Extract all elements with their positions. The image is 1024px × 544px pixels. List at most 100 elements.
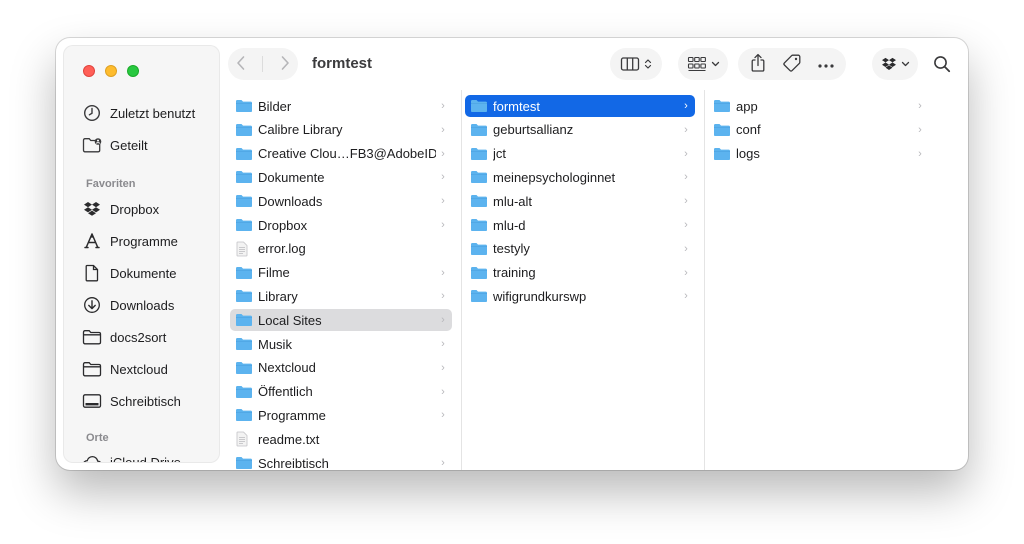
divider	[262, 56, 264, 72]
tag-button[interactable]	[782, 53, 802, 76]
folder-icon	[713, 123, 731, 137]
share-icon	[751, 53, 765, 72]
folder-icon	[470, 123, 488, 137]
item-name: Dokumente	[258, 169, 325, 185]
sidebar-item-label: Dropbox	[110, 201, 160, 217]
folder-row[interactable]: logs ›	[708, 143, 929, 165]
sidebar-item-applications[interactable]: Programme	[82, 230, 178, 252]
back-button[interactable]	[236, 55, 246, 74]
folder-row[interactable]: testyly ›	[465, 238, 695, 260]
file-row[interactable]: error.log	[230, 238, 452, 260]
search-button[interactable]	[926, 48, 958, 80]
item-name: testyly	[493, 241, 530, 257]
sidebar-item-label: Schreibtisch	[110, 393, 181, 409]
folder-row[interactable]: geburtsallianz ›	[465, 119, 695, 141]
sidebar-item-downloads[interactable]: Downloads	[82, 294, 174, 316]
folder-icon	[82, 359, 102, 379]
folder-row[interactable]: Calibre Library ›	[230, 119, 452, 141]
dropbox-menu-button[interactable]	[872, 48, 918, 80]
finder-window: Zuletzt benutzt Geteilt Favoriten Dropbo…	[56, 38, 968, 470]
folder-row[interactable]: Schreibtisch ›	[230, 452, 452, 470]
folder-icon	[235, 99, 253, 113]
folder-icon	[235, 289, 253, 303]
chevron-right-icon: ›	[684, 147, 688, 160]
folder-icon	[235, 456, 253, 470]
folder-row[interactable]: jct ›	[465, 143, 695, 165]
folder-row[interactable]: Musik ›	[230, 333, 452, 355]
traffic-lights	[83, 65, 139, 77]
sidebar-item-docs2sort[interactable]: docs2sort	[82, 326, 166, 348]
browser-column-1: Bilder › Calibre Library › Creative Clou…FB3…	[227, 90, 461, 470]
cloud-icon	[82, 452, 102, 462]
folder-row[interactable]: Programme ›	[230, 404, 452, 426]
sidebar-item-desktop[interactable]: Schreibtisch	[82, 390, 181, 412]
clock-icon	[82, 103, 102, 123]
folder-row[interactable]: Öffentlich ›	[230, 381, 452, 403]
group-button[interactable]	[678, 48, 728, 80]
folder-row[interactable]: Creative Clou…FB3@AdobeID ›	[230, 143, 452, 165]
chevron-right-icon: ›	[441, 409, 445, 422]
folder-row[interactable]: Dropbox ›	[230, 214, 452, 236]
item-name: Musik	[258, 336, 292, 352]
folder-row[interactable]: Library ›	[230, 285, 452, 307]
forward-button[interactable]	[280, 55, 290, 74]
item-name: error.log	[258, 241, 306, 257]
sidebar-item-icloud-drive[interactable]: iCloud Drive	[82, 451, 181, 463]
sidebar-item-shared[interactable]: Geteilt	[82, 134, 148, 156]
folder-row[interactable]: Local Sites ›	[230, 309, 452, 332]
sidebar-item-label: Zuletzt benutzt	[110, 105, 196, 121]
chevron-right-icon: ›	[684, 195, 688, 208]
chevron-left-icon	[237, 55, 245, 70]
sidebar-item-dropbox[interactable]: Dropbox	[82, 198, 159, 220]
folder-icon	[235, 194, 253, 208]
sidebar-item-label: iCloud Drive	[110, 454, 181, 463]
folder-row[interactable]: wifigrundkurswp ›	[465, 285, 695, 307]
folder-row[interactable]: meinepsychologinnet ›	[465, 166, 695, 188]
more-button[interactable]	[817, 57, 835, 72]
folder-row[interactable]: training ›	[465, 262, 695, 284]
chevron-right-icon: ›	[684, 219, 688, 231]
folder-row[interactable]: Nextcloud ›	[230, 357, 452, 379]
chevron-right-icon: ›	[918, 123, 922, 136]
item-name: readme.txt	[258, 431, 320, 447]
browser-column-3: app › conf › logs ›	[705, 90, 938, 470]
close-window-button[interactable]	[83, 65, 95, 77]
file-row[interactable]: readme.txt	[230, 428, 452, 450]
folder-row[interactable]: app ›	[708, 95, 929, 117]
folder-row[interactable]: conf ›	[708, 119, 929, 141]
chevron-down-icon	[901, 61, 909, 67]
folder-icon	[470, 266, 488, 280]
folder-icon	[470, 147, 488, 161]
zoom-window-button[interactable]	[127, 65, 139, 77]
minimize-window-button[interactable]	[105, 65, 117, 77]
folder-icon	[235, 266, 253, 280]
chevron-right-icon: ›	[441, 385, 445, 398]
folder-icon	[235, 218, 253, 232]
share-button[interactable]	[749, 53, 767, 76]
chevron-right-icon: ›	[441, 219, 445, 231]
document-icon	[82, 263, 102, 283]
sidebar-section-favorites: Favoriten	[86, 178, 136, 190]
folder-row[interactable]: Dokumente ›	[230, 166, 452, 188]
sidebar-item-recents[interactable]: Zuletzt benutzt	[82, 102, 195, 124]
view-mode-button[interactable]	[610, 48, 662, 80]
folder-row[interactable]: mlu-alt ›	[465, 190, 695, 212]
item-name: Filme	[258, 265, 290, 281]
sidebar-item-nextcloud[interactable]: Nextcloud	[82, 358, 168, 380]
chevron-right-icon: ›	[441, 338, 445, 350]
item-name: Creative Clou…FB3@AdobeID	[258, 146, 436, 162]
folder-icon	[235, 123, 253, 137]
folder-row[interactable]: Downloads ›	[230, 190, 452, 212]
chevron-updown-icon	[644, 59, 652, 69]
item-name: app	[736, 98, 758, 114]
folder-row[interactable]: Filme ›	[230, 262, 452, 284]
folder-row[interactable]: formtest ›	[465, 95, 695, 117]
sidebar-item-documents[interactable]: Dokumente	[82, 262, 176, 284]
chevron-right-icon: ›	[441, 457, 445, 469]
folder-icon	[82, 327, 102, 347]
folder-row[interactable]: mlu-d ›	[465, 214, 695, 236]
folder-row[interactable]: Bilder ›	[230, 95, 452, 117]
item-name: formtest	[493, 98, 540, 114]
folder-icon	[713, 99, 731, 113]
grid-icon	[687, 56, 706, 72]
